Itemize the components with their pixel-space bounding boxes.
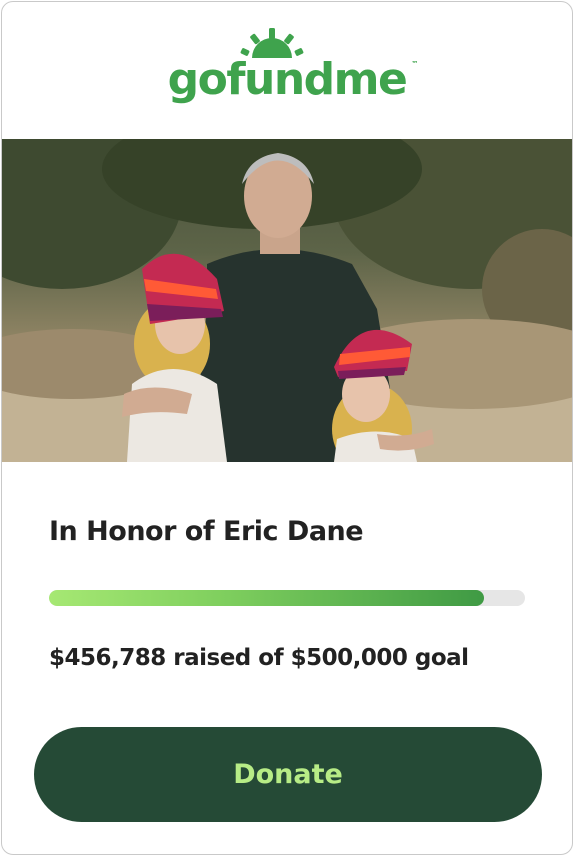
trademark-mark: ™ (411, 60, 419, 68)
photo-illustration (2, 139, 572, 462)
donate-button[interactable]: Donate (34, 727, 542, 822)
raised-amount: $456,788 raised of $500,000 goal (49, 645, 469, 671)
progress-fill (49, 590, 484, 606)
campaign-photo (2, 139, 572, 462)
progress-bar (49, 590, 525, 606)
sun-icon (240, 28, 304, 58)
logo-header: gofundme ™ (2, 2, 572, 139)
campaign-title: In Honor of Eric Dane (49, 516, 364, 547)
gofundme-logo: gofundme ™ (167, 28, 418, 105)
fundraiser-card: gofundme ™ In Honor of Eric Dane $456,78… (1, 1, 573, 855)
logo-text: gofundme (167, 54, 408, 105)
